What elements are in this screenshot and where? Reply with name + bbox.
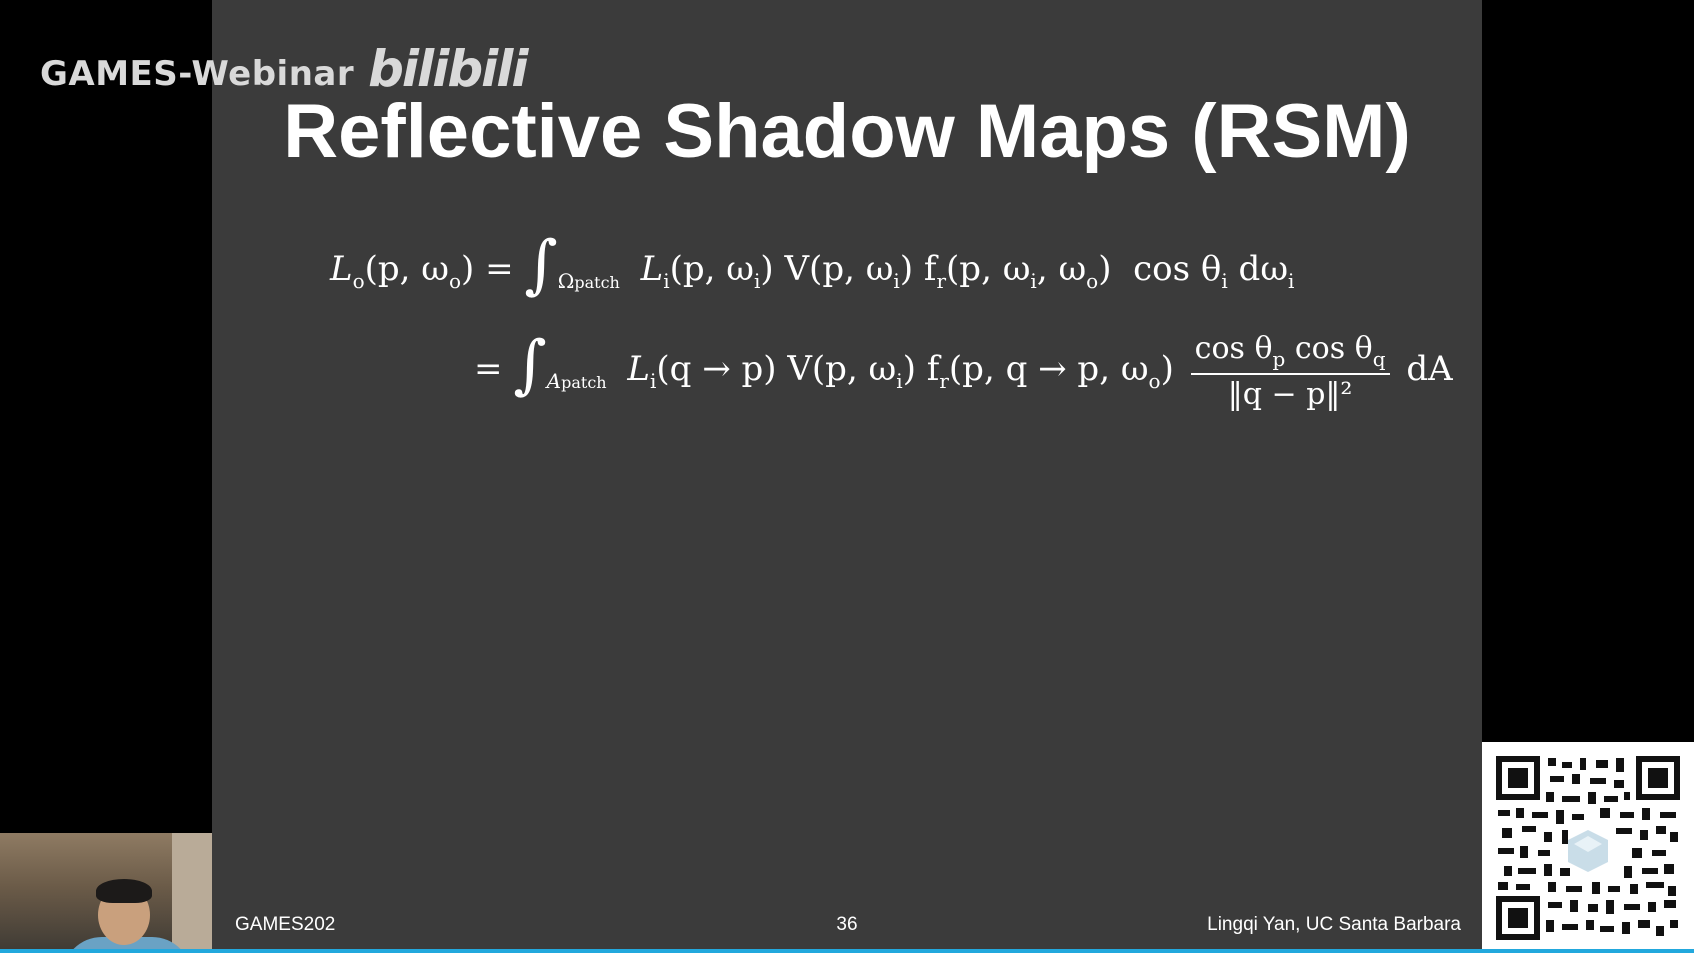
slide: Reflective Shadow Maps (RSM) Lo(p, ωo) =…	[212, 0, 1482, 953]
eq1-integral-sub: Ωpatch	[558, 269, 620, 293]
eq1-body: L	[640, 249, 664, 289]
eq1-body-rest5: , ω	[1036, 249, 1087, 289]
webcam-presenter-hair	[96, 879, 152, 903]
eq2-num-a-sub: p	[1272, 346, 1286, 371]
eq2-tail: dA	[1406, 349, 1453, 389]
eq1-body-rest7: dω	[1227, 249, 1289, 289]
progress-bar	[0, 949, 1694, 953]
eq2-body-rest3: (p, q → p, ω	[948, 349, 1149, 389]
eq1-lhs: L	[330, 249, 353, 289]
eq1-lhs-sub: o	[352, 269, 365, 293]
eq1-lhs-args-sub: o	[449, 269, 462, 293]
eq2-body-rest: (q → p) V(p, ω	[656, 349, 897, 389]
eq2-body: L	[627, 349, 650, 389]
eq1-body-rest3: ) f	[899, 249, 937, 289]
equation-line-2: = ∫Apatch Li(q → p) V(p, ωi) fr(p, q → p…	[474, 322, 1453, 412]
footer-author: Lingqi Yan, UC Santa Barbara	[1207, 914, 1461, 935]
eq1-lhs-args: (p, ω	[364, 249, 449, 289]
slide-title: Reflective Shadow Maps (RSM)	[283, 89, 1411, 174]
qr-code-graphic	[1496, 756, 1680, 940]
eq1-body-rest3-sub: r	[936, 269, 947, 293]
eq1-body-rest7-sub: i	[1288, 269, 1295, 293]
equation-line-1: Lo(p, ωo) = ∫Ωpatch Li(p, ωi) V(p, ωi) f…	[330, 222, 1295, 302]
eq2-body-rest4: )	[1160, 349, 1174, 389]
eq1-integral-sub-b: patch	[574, 273, 620, 292]
integral-sign: ∫	[524, 228, 558, 302]
watermark-text: GAMES-Webinar	[40, 54, 355, 94]
games-webinar-watermark: GAMES-Webinar bilibili	[40, 40, 529, 98]
integral-sign: ∫	[513, 328, 547, 402]
eq2-num-b: cos θ	[1285, 330, 1373, 366]
eq2-body-rest2: ) f	[902, 349, 940, 389]
webcam-wall	[172, 833, 212, 953]
eq2-body-rest3-sub: o	[1148, 369, 1161, 393]
eq2-integral-sub-b: patch	[561, 373, 607, 392]
eq1-body-rest: (p, ω	[669, 249, 755, 289]
eq2-fraction-denominator: ‖q − p‖²	[1227, 376, 1353, 412]
eq2-integral-sub: Apatch	[547, 369, 607, 393]
eq1-body-rest6: ) cos θ	[1098, 249, 1222, 289]
qr-code-icon	[1482, 742, 1694, 953]
presenter-webcam	[0, 833, 212, 953]
eq2-fraction: cos θp cos θq ‖q − p‖²	[1190, 330, 1390, 412]
eq2-equals: =	[474, 349, 503, 389]
bilibili-logo: bilibili	[368, 40, 528, 98]
eq1-body-rest2: ) V(p, ω	[760, 249, 894, 289]
eq2-num-b-sub: q	[1372, 346, 1386, 371]
eq1-lhs-close: ) =	[461, 249, 514, 289]
eq1-integral-sub-a: Ω	[557, 269, 575, 293]
eq2-fraction-numerator: cos θp cos θq	[1190, 330, 1390, 375]
eq2-num-a: cos θ	[1194, 330, 1273, 366]
eq1-body-rest5-sub: o	[1086, 269, 1099, 293]
eq2-integral-sub-a: A	[546, 369, 562, 393]
eq1-body-rest4: (p, ω	[946, 249, 1031, 289]
eq2-body-rest2-sub: r	[939, 369, 949, 393]
